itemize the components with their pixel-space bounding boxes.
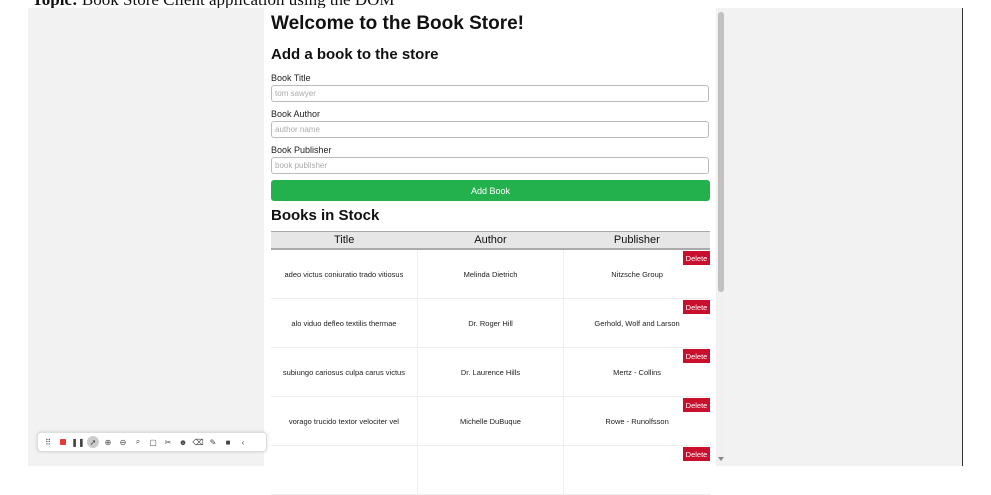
book-title-cell: adeo victus coniuratio trado vitiosus	[271, 249, 418, 299]
book-author-cell: Michelle DuBuque	[417, 396, 565, 446]
table-row: Delete	[271, 445, 710, 495]
books-table: Title Author Publisher adeo victus coniu…	[271, 231, 710, 495]
book-author-cell: Dr. Laurence Hills	[417, 347, 565, 397]
search-icon[interactable]: ⌕	[132, 436, 144, 448]
book-publisher-cell: Delete	[563, 445, 710, 495]
book-title-cell: alo viduo defleo textilis thermae	[271, 298, 418, 348]
scroll-down-arrow-icon[interactable]	[718, 457, 724, 461]
books-in-stock-heading: Books in Stock	[271, 207, 380, 224]
publisher-text: Mertz - Collins	[613, 367, 662, 377]
delete-button[interactable]: Delete	[683, 447, 710, 461]
delete-button[interactable]: Delete	[683, 300, 710, 314]
record-icon[interactable]	[57, 436, 69, 448]
book-publisher-input[interactable]	[271, 157, 709, 174]
screen-recorder-toolbar: ⠿ ❚❚ ➚ ⊕ ⊖ ⌕ ▢ ✂ ☻ ⌫ ✎ ■ ‹	[37, 432, 267, 452]
book-publisher-cell: Nitzsche Group Delete	[563, 249, 710, 299]
crop-icon[interactable]: ▢	[147, 436, 159, 448]
book-title-cell	[271, 445, 418, 495]
publisher-text: Rowe - Runolfsson	[605, 416, 669, 426]
add-book-heading: Add a book to the store	[271, 46, 439, 63]
browser-left-margin	[28, 8, 264, 466]
add-book-button[interactable]: Add Book	[271, 180, 710, 201]
zoom-out-icon[interactable]: ⊖	[117, 436, 129, 448]
table-header-row: Title Author Publisher	[271, 231, 710, 250]
publisher-text: Gerhold, Wolf and Larson	[594, 318, 680, 328]
column-header-author: Author	[417, 231, 564, 250]
delete-button[interactable]: Delete	[683, 251, 710, 265]
emoji-icon[interactable]: ☻	[177, 436, 189, 448]
pen-icon[interactable]: ✎	[207, 436, 219, 448]
book-author-cell: Dr. Roger Hill	[417, 298, 565, 348]
drag-handle-icon[interactable]: ⠿	[42, 436, 54, 448]
book-title-input[interactable]	[271, 85, 709, 102]
column-header-title: Title	[271, 231, 418, 250]
book-author-cell	[417, 445, 565, 495]
zoom-in-icon[interactable]: ⊕	[102, 436, 114, 448]
column-header-publisher: Publisher	[563, 231, 710, 250]
delete-button[interactable]: Delete	[683, 349, 710, 363]
book-publisher-cell: Gerhold, Wolf and Larson Delete	[563, 298, 710, 348]
book-author-cell: Melinda Dietrich	[417, 249, 565, 299]
camera-icon[interactable]: ■	[222, 436, 234, 448]
window-edge	[962, 8, 963, 466]
book-title-cell: subiungo cariosus culpa carus victus	[271, 347, 418, 397]
table-row: alo viduo defleo textilis thermae Dr. Ro…	[271, 298, 710, 348]
book-publisher-label: Book Publisher	[271, 145, 332, 155]
book-author-input[interactable]	[271, 121, 709, 138]
table-row: subiungo cariosus culpa carus victus Dr.…	[271, 347, 710, 397]
scrollbar-thumb[interactable]	[718, 12, 724, 292]
pointer-icon[interactable]: ➚	[87, 436, 99, 448]
book-publisher-cell: Rowe - Runolfsson Delete	[563, 396, 710, 446]
browser-right-margin	[726, 8, 962, 466]
publisher-text: Nitzsche Group	[611, 269, 663, 279]
pause-icon[interactable]: ❚❚	[71, 436, 84, 448]
book-title-cell: vorago trucido textor velociter vel	[271, 396, 418, 446]
eraser-icon[interactable]: ⌫	[192, 436, 204, 448]
delete-button[interactable]: Delete	[683, 398, 710, 412]
page-title: Welcome to the Book Store!	[271, 13, 525, 34]
book-title-label: Book Title	[271, 73, 311, 83]
table-row: adeo victus coniuratio trado vitiosus Me…	[271, 249, 710, 299]
book-author-label: Book Author	[271, 109, 321, 119]
book-publisher-cell: Mertz - Collins Delete	[563, 347, 710, 397]
collapse-icon[interactable]: ‹	[237, 436, 249, 448]
table-row: vorago trucido textor velociter vel Mich…	[271, 396, 710, 446]
scissors-icon[interactable]: ✂	[162, 436, 174, 448]
